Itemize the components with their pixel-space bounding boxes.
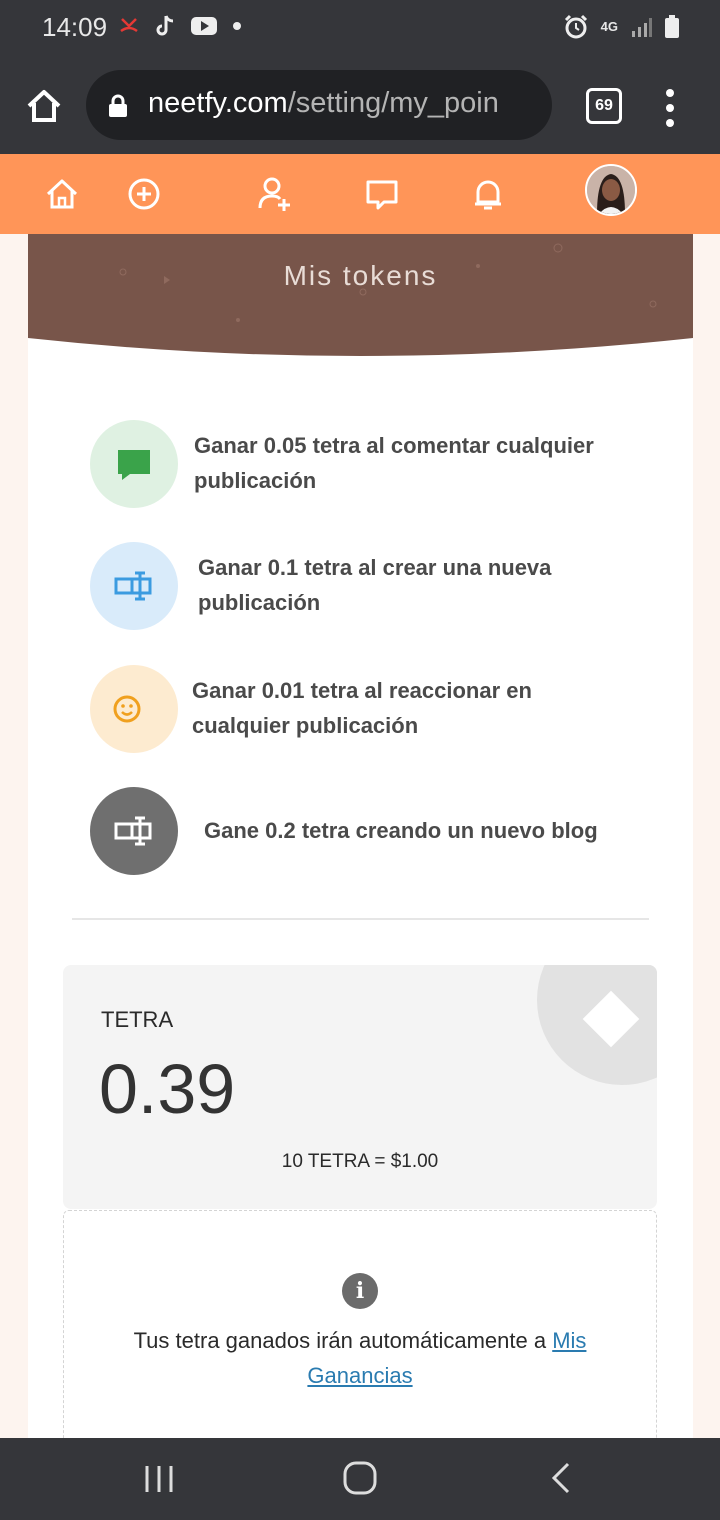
network-type: 4G (600, 19, 618, 34)
user-avatar[interactable] (585, 164, 637, 216)
youtube-icon (191, 17, 217, 35)
reward-post: Ganar 0.1 tetra al crear una nueva publi… (90, 542, 630, 630)
tetra-wallet: TETRA 0.39 10 TETRA = $1.00 (63, 965, 657, 1209)
home-nav-icon[interactable] (342, 1460, 378, 1496)
reward-reaction: Ganar 0.01 tetra al reaccionar en cualqu… (90, 665, 630, 753)
reward-comment: Ganar 0.05 tetra al comentar cualquier p… (90, 420, 630, 508)
alarm-icon (564, 14, 587, 39)
reward-text: Ganar 0.05 tetra al comentar cualquier p… (194, 433, 594, 493)
wallet-label: TETRA (101, 1007, 174, 1032)
tokens-banner: Mis tokens (28, 234, 693, 358)
wallet-balance: 0.39 (99, 1050, 236, 1128)
banner-wave (28, 243, 693, 358)
reward-text: Ganar 0.1 tetra al crear una nueva publi… (198, 555, 552, 615)
text-cursor-icon (114, 571, 152, 601)
reward-text: Ganar 0.01 tetra al reaccionar en cualqu… (192, 678, 532, 738)
recent-apps-icon[interactable] (142, 1462, 176, 1496)
dot-icon (233, 22, 241, 30)
status-time: 14:09 (42, 12, 108, 42)
reward-blog: Gane 0.2 tetra creando un nuevo blog (90, 787, 630, 875)
add-post-icon[interactable] (124, 174, 164, 214)
tab-switcher-button[interactable]: 69 (586, 88, 622, 124)
messages-icon[interactable] (362, 174, 402, 214)
page-title: Mis tokens (283, 260, 438, 291)
reward-text: Gane 0.2 tetra creando un nuevo blog (204, 818, 598, 843)
smiley-icon (113, 695, 141, 723)
reward-icon-circle (90, 542, 178, 630)
url-path: /setting/my_poin (287, 87, 499, 119)
add-friend-icon[interactable] (254, 174, 294, 214)
reward-icon-circle (90, 787, 178, 875)
divider (72, 918, 649, 920)
lock-icon (109, 94, 127, 117)
info-box: i Tus tetra ganados irán automáticamente… (63, 1210, 657, 1438)
home-icon[interactable] (42, 174, 82, 214)
tokens-card: Mis tokens Ganar 0.05 tetra al comentar … (28, 234, 693, 1438)
system-nav-bar (0, 1438, 720, 1520)
info-text: Tus tetra ganados irán automáticamente a… (94, 1323, 626, 1393)
url-text: neetfy.com/setting/my_poin (148, 87, 540, 120)
reward-icon-circle (90, 665, 178, 753)
call-missed-icon (120, 18, 138, 33)
exchange-rate: 10 TETRA = $1.00 (281, 1151, 439, 1172)
tiktok-icon (156, 15, 174, 36)
info-icon: i (342, 1273, 378, 1309)
browser-toolbar: neetfy.com/setting/my_poin 69 (0, 58, 720, 154)
notifications-icon[interactable] (468, 174, 508, 214)
reward-icon-circle (90, 420, 178, 508)
browser-home-icon[interactable] (24, 86, 64, 126)
more-menu-icon[interactable] (658, 88, 682, 128)
status-bar: 14:09 4G (0, 0, 720, 58)
text-cursor-icon (114, 816, 152, 846)
battery-icon (665, 15, 679, 38)
info-message: Tus tetra ganados irán automáticamente a (133, 1328, 553, 1353)
url-domain: neetfy.com (148, 87, 288, 119)
back-icon[interactable] (548, 1460, 574, 1496)
address-bar[interactable]: neetfy.com/setting/my_poin (86, 70, 552, 140)
comment-icon (118, 450, 150, 480)
signal-icon (632, 18, 652, 37)
